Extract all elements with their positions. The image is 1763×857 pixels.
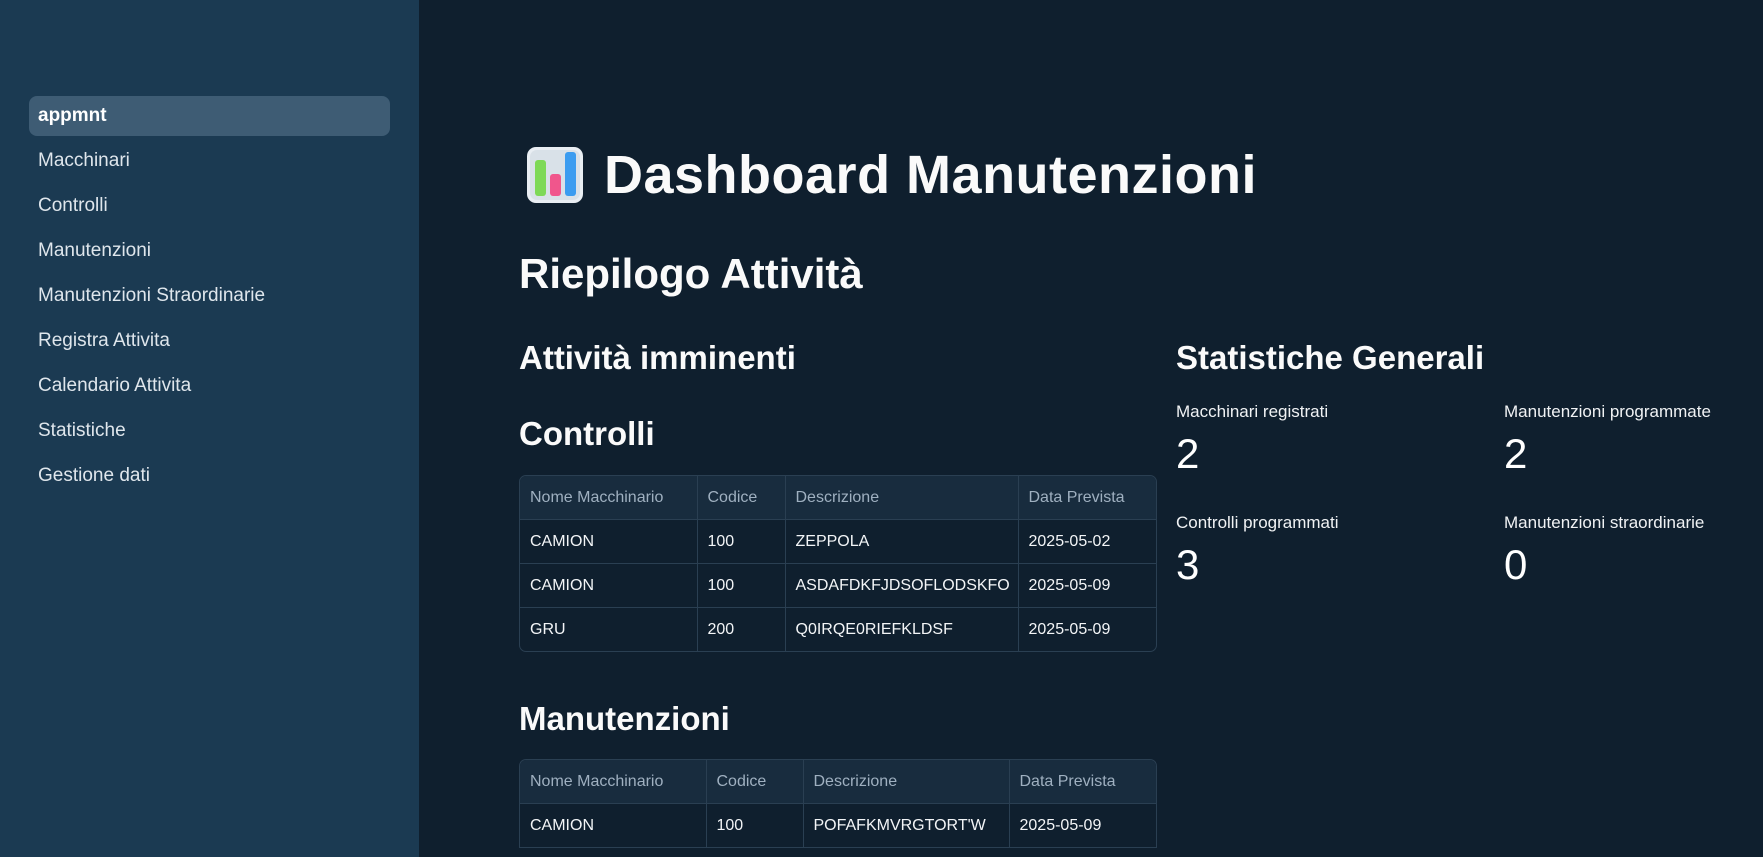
upcoming-heading: Attività imminenti bbox=[519, 339, 796, 376]
metric-manutenzioni-straordinarie: Manutenzioni straordinarie 0 bbox=[1504, 513, 1704, 589]
controlli-heading: Controlli bbox=[519, 415, 655, 452]
table-cell[interactable]: CAMION bbox=[520, 563, 698, 608]
table-cell[interactable]: 200 bbox=[697, 607, 786, 651]
metric-value: 2 bbox=[1176, 430, 1200, 477]
controlli-table: Nome Macchinario Codice Descrizione Data… bbox=[519, 475, 1157, 652]
sidebar: appmnt Macchinari Controlli Manutenzioni… bbox=[0, 0, 419, 857]
table-cell[interactable]: CAMION bbox=[520, 519, 698, 564]
manutenzioni-table: Nome Macchinario Codice Descrizione Data… bbox=[519, 759, 1157, 848]
table-cell[interactable]: POFAFKMVRGTORT'W bbox=[803, 803, 1010, 848]
table-row: GRU 200 Q0IRQE0RIEFKLDSF 2025-05-09 bbox=[520, 607, 1156, 652]
sidebar-item-gestione-dati[interactable]: Gestione dati bbox=[29, 456, 390, 496]
column-header[interactable]: Nome Macchinario bbox=[520, 760, 707, 804]
column-header[interactable]: Descrizione bbox=[785, 476, 1019, 520]
table-cell[interactable]: ASDAFDKFJDSOFLODSKFO bbox=[785, 563, 1019, 608]
metric-controlli-programmati: Controlli programmati 3 bbox=[1176, 513, 1339, 589]
metric-macchinari-registrati: Macchinari registrati 2 bbox=[1176, 402, 1328, 478]
metric-value: 3 bbox=[1176, 541, 1200, 588]
column-header[interactable]: Codice bbox=[697, 476, 786, 520]
table-cell[interactable]: CAMION bbox=[520, 803, 707, 848]
metric-label: Manutenzioni programmate bbox=[1504, 402, 1711, 421]
metric-label: Manutenzioni straordinarie bbox=[1504, 513, 1705, 532]
table-header-row: Nome Macchinario Codice Descrizione Data… bbox=[520, 476, 1156, 520]
table-cell[interactable]: Q0IRQE0RIEFKLDSF bbox=[785, 607, 1019, 651]
column-header[interactable]: Codice bbox=[706, 760, 804, 804]
page-title: Dashboard Manutenzioni bbox=[604, 145, 1258, 205]
column-header[interactable]: Data Prevista bbox=[1009, 760, 1156, 804]
metric-label: Macchinari registrati bbox=[1176, 402, 1329, 421]
column-header[interactable]: Nome Macchinario bbox=[520, 476, 698, 520]
table-row: CAMION 100 ZEPPOLA 2025-05-02 bbox=[520, 519, 1156, 564]
table-row: CAMION 100 POFAFKMVRGTORT'W 2025-05-09 bbox=[520, 803, 1156, 848]
main-content: Dashboard Manutenzioni Riepilogo Attivit… bbox=[419, 0, 1763, 857]
sidebar-item-calendario-attivita[interactable]: Calendario Attivita bbox=[29, 366, 390, 406]
app-window: appmnt Macchinari Controlli Manutenzioni… bbox=[0, 0, 1763, 857]
table-cell[interactable]: 2025-05-09 bbox=[1009, 803, 1156, 848]
metric-value: 2 bbox=[1504, 430, 1528, 477]
bar-chart-icon bbox=[527, 147, 583, 203]
sidebar-nav: appmnt Macchinari Controlli Manutenzioni… bbox=[29, 96, 390, 501]
table-cell[interactable]: 2025-05-09 bbox=[1018, 563, 1156, 608]
sidebar-item-appmnt[interactable]: appmnt bbox=[29, 96, 390, 136]
sidebar-item-macchinari[interactable]: Macchinari bbox=[29, 141, 390, 181]
sidebar-item-registra-attivita[interactable]: Registra Attivita bbox=[29, 321, 390, 361]
sidebar-item-controlli[interactable]: Controlli bbox=[29, 186, 390, 226]
table-cell[interactable]: ZEPPOLA bbox=[785, 519, 1019, 564]
metric-manutenzioni-programmate: Manutenzioni programmate 2 bbox=[1504, 402, 1711, 478]
table-cell[interactable]: 2025-05-09 bbox=[1018, 608, 1156, 652]
table-cell[interactable]: 100 bbox=[697, 519, 786, 564]
metric-label: Controlli programmati bbox=[1176, 513, 1339, 532]
column-header[interactable]: Descrizione bbox=[803, 760, 1010, 804]
page-header: Dashboard Manutenzioni bbox=[526, 140, 1257, 210]
table-header-row: Nome Macchinario Codice Descrizione Data… bbox=[520, 760, 1156, 804]
sidebar-item-manutenzioni-straordinarie[interactable]: Manutenzioni Straordinarie bbox=[29, 276, 390, 316]
sidebar-item-manutenzioni[interactable]: Manutenzioni bbox=[29, 231, 390, 271]
stats-heading: Statistiche Generali bbox=[1176, 339, 1485, 376]
column-header[interactable]: Data Prevista bbox=[1018, 476, 1156, 520]
sidebar-item-statistiche[interactable]: Statistiche bbox=[29, 411, 390, 451]
manutenzioni-heading: Manutenzioni bbox=[519, 700, 730, 737]
table-cell[interactable]: GRU bbox=[520, 607, 698, 651]
metric-value: 0 bbox=[1504, 541, 1528, 588]
table-row: CAMION 100 ASDAFDKFJDSOFLODSKFO 2025-05-… bbox=[520, 563, 1156, 608]
table-cell[interactable]: 100 bbox=[697, 563, 786, 608]
table-cell[interactable]: 100 bbox=[706, 803, 804, 848]
summary-heading: Riepilogo Attività bbox=[519, 250, 863, 297]
table-cell[interactable]: 2025-05-02 bbox=[1018, 519, 1156, 564]
